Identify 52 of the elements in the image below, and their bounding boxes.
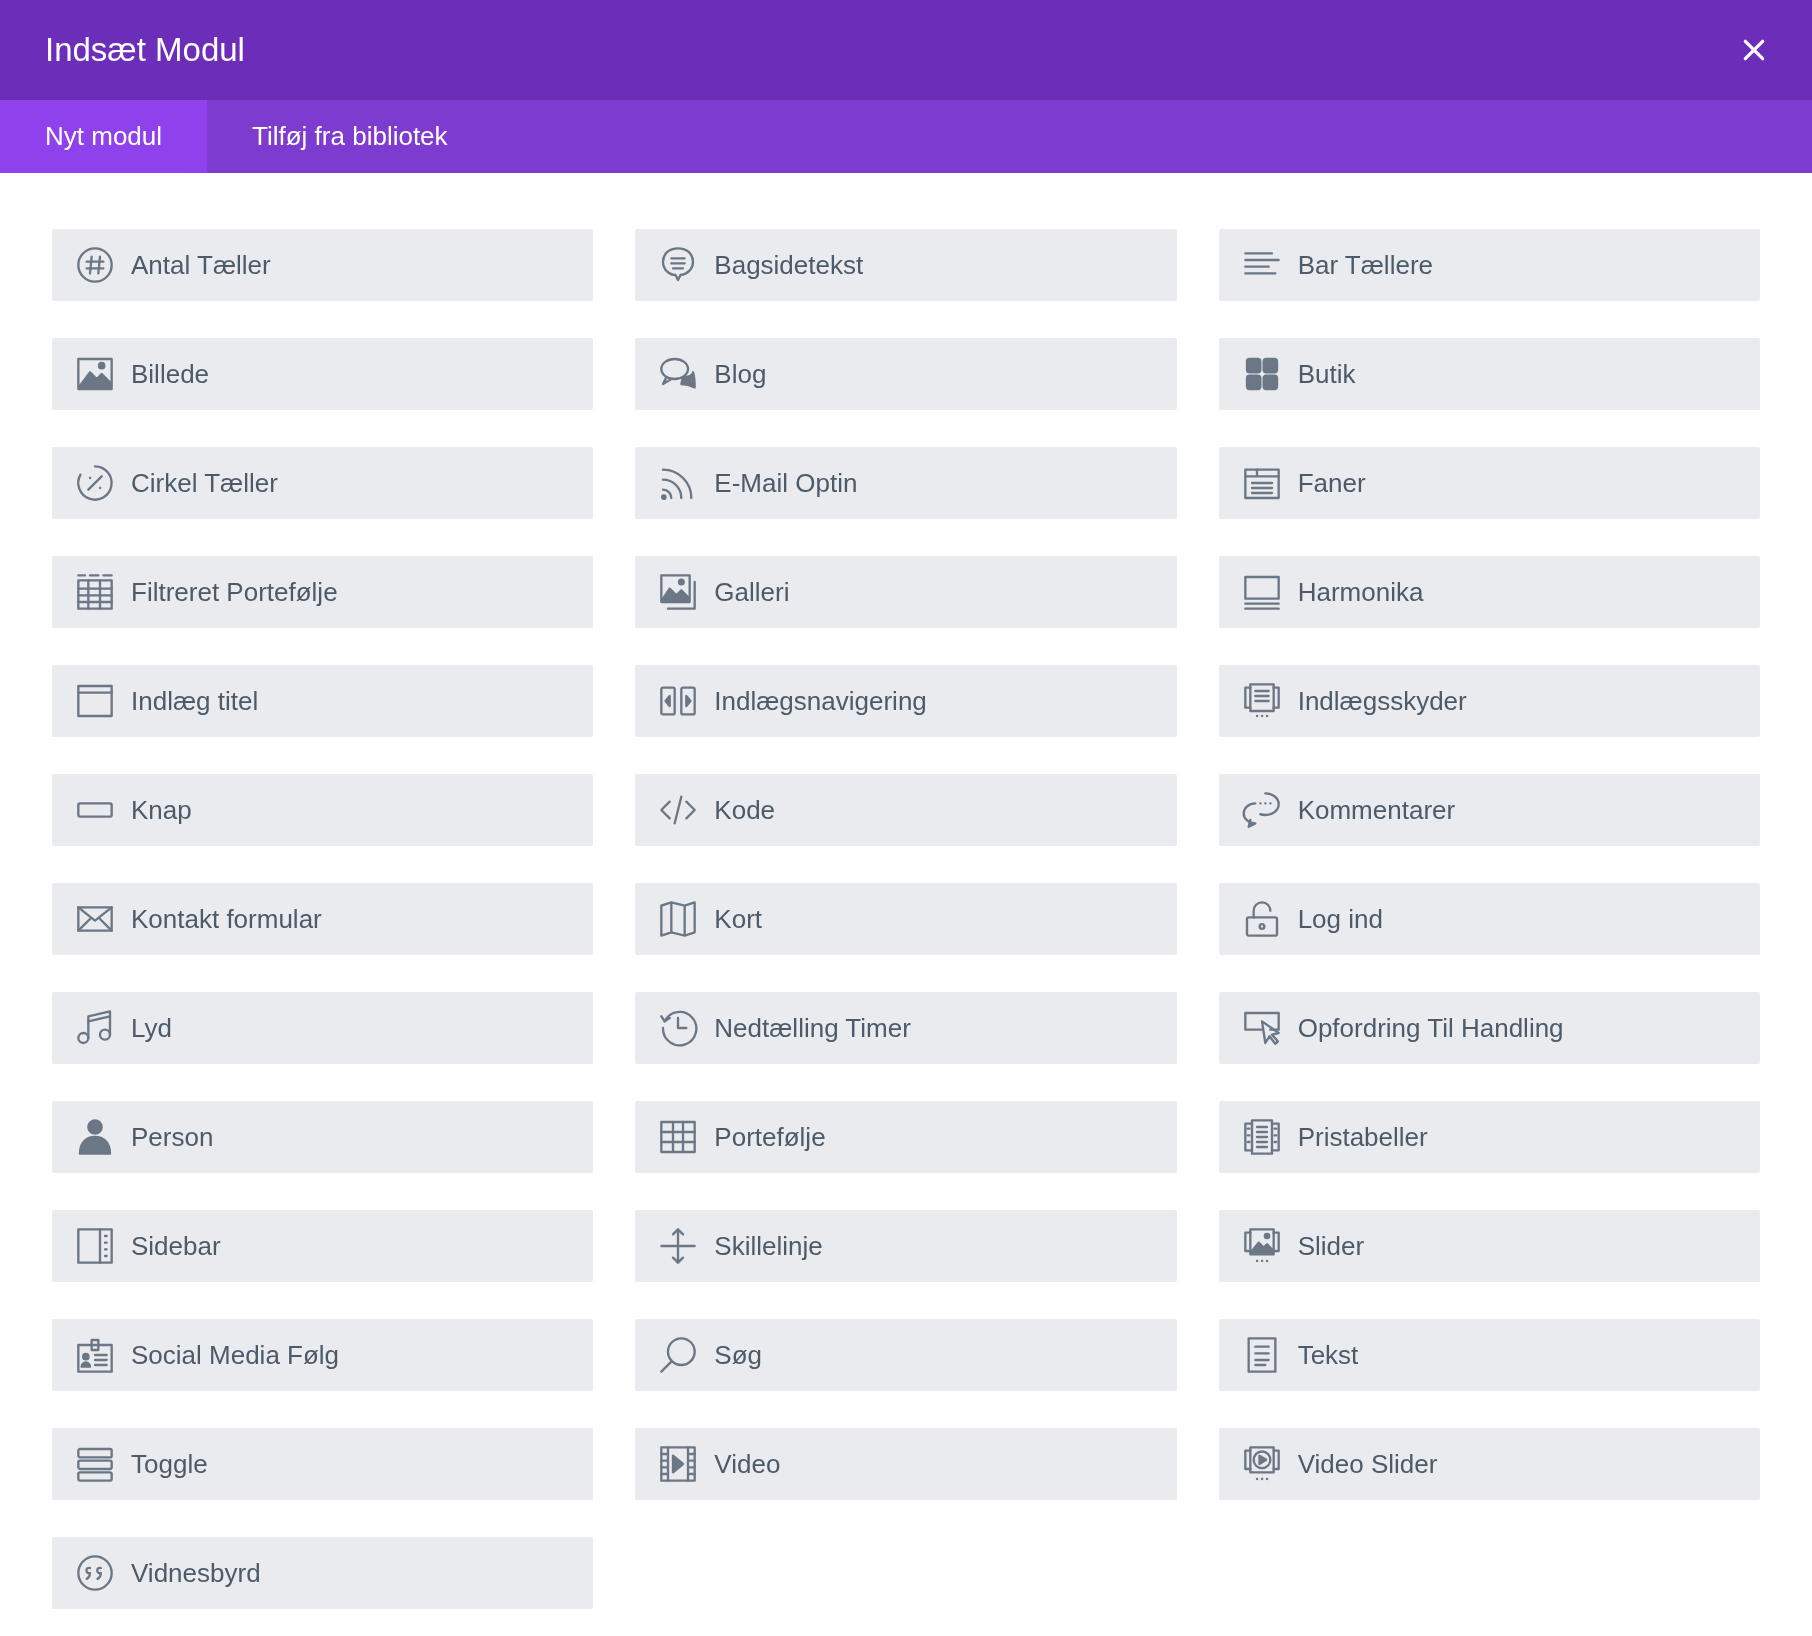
tab[interactable]: Nyt modul <box>0 100 208 173</box>
hash-icon <box>75 245 115 285</box>
price-table-icon <box>1241 1117 1282 1157</box>
module-button[interactable]: Log ind <box>1218 883 1760 955</box>
module-button[interactable]: Social Media Følg <box>52 1319 594 1391</box>
module-button[interactable]: Indlægsskyder <box>1218 665 1760 737</box>
module-button[interactable]: Søg <box>635 1319 1177 1391</box>
module-button[interactable]: Pristabeller <box>1218 1101 1760 1173</box>
sidebar-icon <box>75 1226 115 1266</box>
window-title: Indsæt Modul <box>45 30 245 71</box>
module-button[interactable]: Indlægsnavigering <box>635 665 1177 737</box>
module-button[interactable]: Butik <box>1218 338 1760 410</box>
module-button[interactable]: Slider <box>1218 1210 1760 1282</box>
module-button[interactable]: Portefølje <box>635 1101 1177 1173</box>
module-button[interactable]: Video <box>635 1428 1177 1500</box>
map-icon <box>658 899 699 939</box>
search-icon <box>658 1335 699 1375</box>
module-button[interactable]: Cirkel Tæller <box>52 447 594 519</box>
quote-icon <box>75 1553 115 1593</box>
module-button[interactable]: Nedtælling Timer <box>635 992 1177 1064</box>
module-button[interactable]: Kommentarer <box>1218 774 1760 846</box>
module-button[interactable]: Lyd <box>52 992 594 1064</box>
module-button[interactable]: Indlæg titel <box>52 665 594 737</box>
module-button[interactable]: Faner <box>1218 447 1760 519</box>
gallery-icon <box>658 572 699 612</box>
table-grid-icon <box>75 572 115 612</box>
module-button[interactable]: Antal Tæller <box>52 229 594 301</box>
module-button[interactable]: Toggle <box>52 1428 594 1500</box>
module-button[interactable]: Filtreret Portefølje <box>52 556 594 628</box>
module-button[interactable]: Billede <box>52 338 594 410</box>
module-button[interactable]: Sidebar <box>52 1210 594 1282</box>
close-icon[interactable] <box>1741 37 1767 63</box>
module-button[interactable]: Kontakt formular <box>52 883 594 955</box>
module-button[interactable]: Kort <box>635 883 1177 955</box>
module-button[interactable]: Harmonika <box>1218 556 1760 628</box>
module-button[interactable]: Galleri <box>635 556 1177 628</box>
module-button[interactable]: E-Mail Optin <box>635 447 1177 519</box>
clock-icon <box>658 1008 699 1048</box>
module-button[interactable]: Kode <box>635 774 1177 846</box>
module-button[interactable]: Opfordring Til Handling <box>1218 992 1760 1064</box>
module-button[interactable]: Skillelinje <box>635 1210 1177 1282</box>
module-button[interactable]: Tekst <box>1218 1319 1760 1391</box>
module-button[interactable]: Video Slider <box>1218 1428 1760 1500</box>
film-icon <box>658 1444 699 1484</box>
percent-circle-icon <box>75 463 115 503</box>
module-button[interactable]: Vidnesbyrd <box>52 1537 594 1609</box>
module-button[interactable]: Bagsidetekst <box>635 229 1177 301</box>
module-button[interactable]: Person <box>52 1101 594 1173</box>
module-button[interactable]: Bar Tællere <box>1218 229 1760 301</box>
module-button[interactable]: Knap <box>52 774 594 846</box>
divider-icon <box>658 1226 699 1266</box>
module-button[interactable]: Blog <box>635 338 1177 410</box>
